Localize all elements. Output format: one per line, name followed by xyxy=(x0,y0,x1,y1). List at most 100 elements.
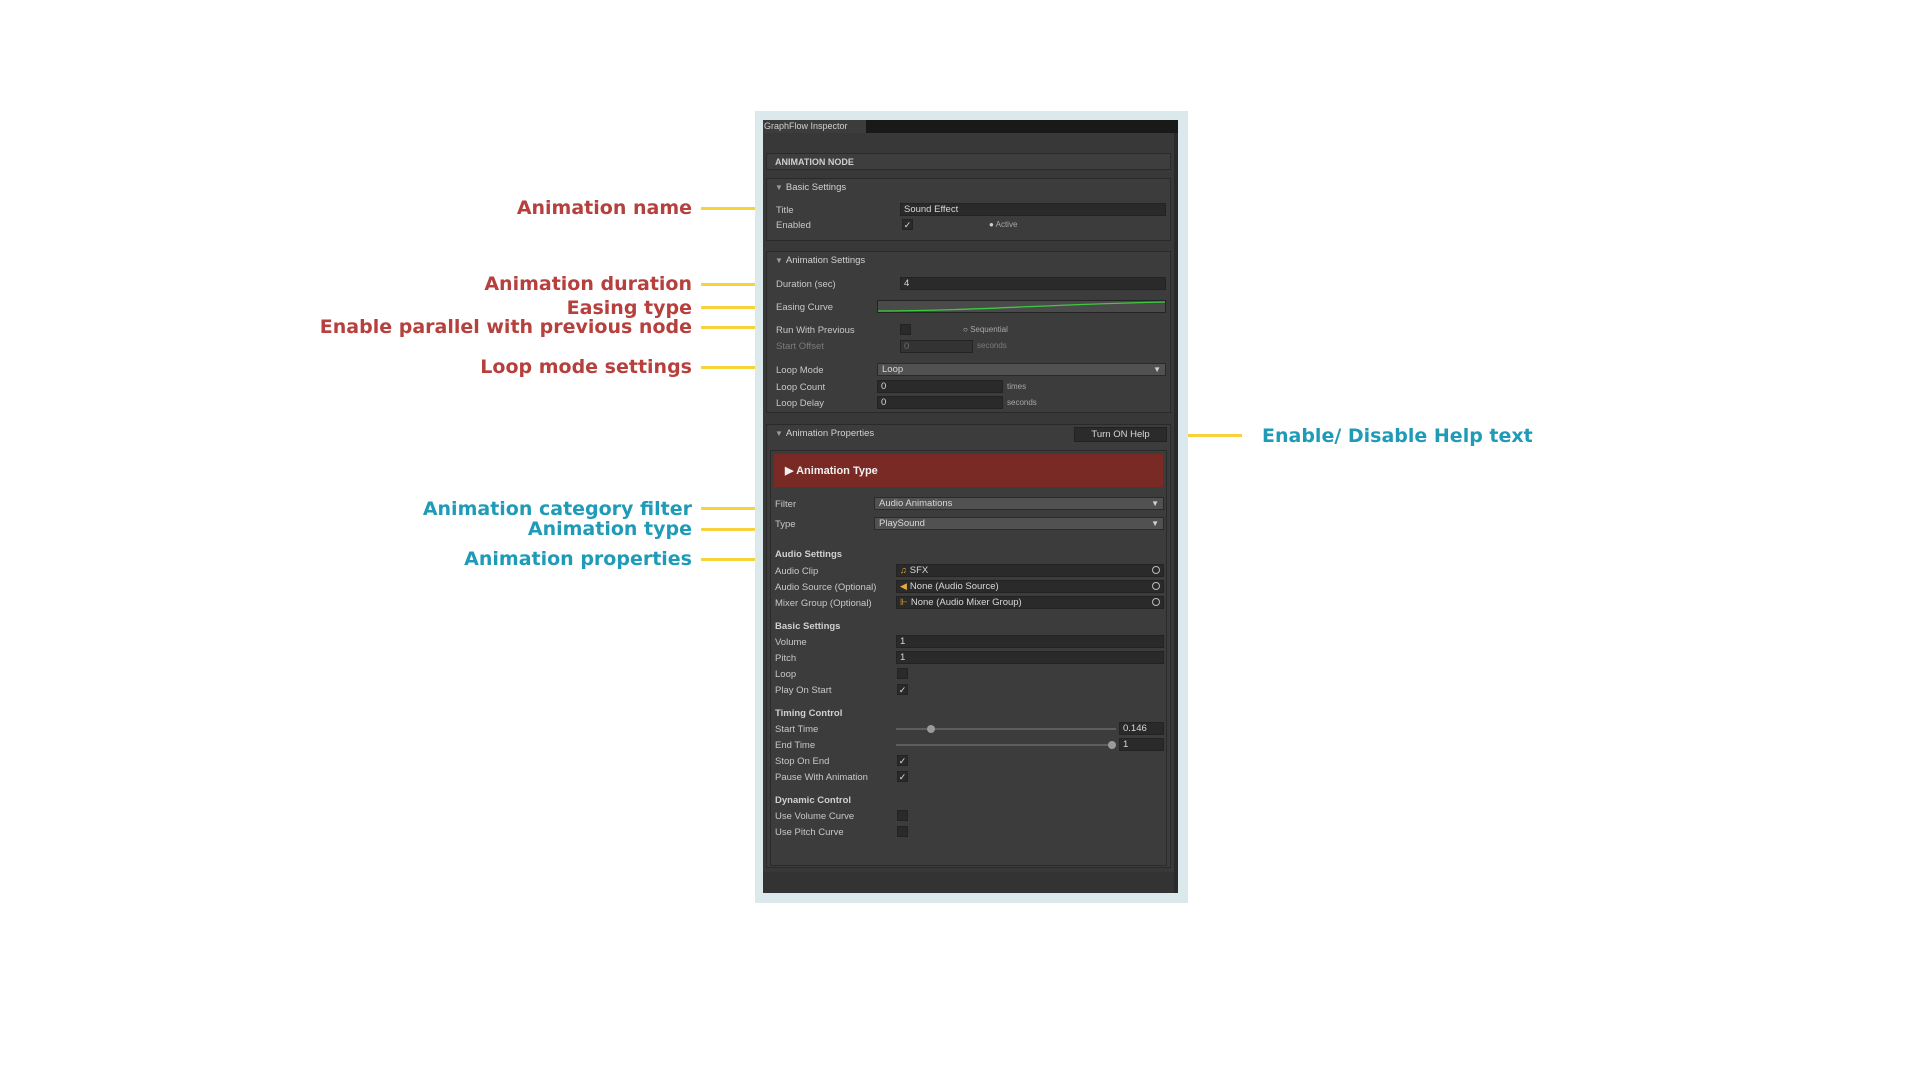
enabled-checkbox[interactable]: ✓ xyxy=(902,219,913,230)
loop-label: Loop xyxy=(775,669,797,680)
animation-properties-section: ▼ Animation Properties Turn ON Help ▶ Ani… xyxy=(766,424,1171,868)
mixer-group-label: Mixer Group (Optional) xyxy=(775,598,872,609)
object-picker-icon[interactable] xyxy=(1152,566,1160,574)
turn-on-help-button[interactable]: Turn ON Help xyxy=(1074,427,1167,442)
inspector-window: GraphFlow Inspector ANIMATION NODE ▼ Basi… xyxy=(763,120,1178,893)
annotation-arrow xyxy=(701,553,772,565)
audio-settings-header: Audio Settings xyxy=(775,549,843,560)
animation-properties-header: Animation Properties xyxy=(785,428,875,439)
foldout-triangle-icon: ▼ xyxy=(775,183,783,192)
end-time-field[interactable]: 1 xyxy=(1119,738,1164,751)
stop-on-end-label: Stop On End xyxy=(775,756,830,767)
loop-count-unit: times xyxy=(1007,382,1027,391)
active-indicator: ● Active xyxy=(989,220,1017,229)
annotation-arrow xyxy=(701,278,772,290)
end-time-label: End Time xyxy=(775,740,816,751)
node-header: ANIMATION NODE xyxy=(775,157,854,167)
sequential-indicator: ○ Sequential xyxy=(963,325,1008,334)
chevron-down-icon: ▼ xyxy=(1151,519,1159,528)
window-titlebar: GraphFlow Inspector xyxy=(763,120,1178,133)
easing-curve-field[interactable] xyxy=(877,300,1166,313)
use-pitch-curve-checkbox[interactable] xyxy=(897,826,908,837)
sequential-label: Sequential xyxy=(970,325,1008,334)
annotation-animation-type: Animation type xyxy=(527,518,692,540)
basic-settings-section: ▼ Basic Settings Title Sound Effect Enabl… xyxy=(766,178,1171,241)
play-on-start-checkbox[interactable]: ✓ xyxy=(897,684,908,695)
start-time-slider-handle[interactable] xyxy=(926,725,935,733)
play-triangle-icon: ▶ xyxy=(785,465,797,477)
loop-mode-value: Loop xyxy=(882,364,904,375)
start-time-field[interactable]: 0.146 xyxy=(1119,722,1164,735)
annotation-arrow xyxy=(701,202,772,214)
start-offset-field: 0 xyxy=(900,340,973,353)
annotation-arrow xyxy=(701,361,772,373)
run-with-previous-label: Run With Previous xyxy=(776,325,855,336)
mixer-icon: ⊩ xyxy=(900,597,908,607)
loop-mode-dropdown[interactable]: Loop ▼ xyxy=(877,363,1166,376)
object-picker-icon[interactable] xyxy=(1152,582,1160,590)
node-header-bar: ANIMATION NODE xyxy=(766,153,1171,170)
audio-clip-value: SFX xyxy=(909,565,929,576)
run-with-previous-checkbox[interactable] xyxy=(900,324,911,335)
type-label: Type xyxy=(775,519,796,530)
mixer-group-value: None (Audio Mixer Group) xyxy=(910,597,1022,608)
loop-count-field[interactable]: 0 xyxy=(877,380,1003,393)
type-dropdown[interactable]: PlaySound ▼ xyxy=(874,517,1164,530)
title-field[interactable]: Sound Effect xyxy=(900,203,1166,216)
pause-with-animation-checkbox[interactable]: ✓ xyxy=(897,771,908,782)
annotation-loop-mode: Loop mode settings xyxy=(480,356,692,378)
easing-curve-label: Easing Curve xyxy=(776,302,834,313)
basic-settings-header: Basic Settings xyxy=(785,182,847,193)
animation-type-banner[interactable]: ▶ Animation Type xyxy=(774,454,1163,487)
sequential-circle-icon: ○ xyxy=(963,325,971,334)
play-on-start-label: Play On Start xyxy=(775,685,832,696)
start-offset-label: Start Offset xyxy=(776,341,824,352)
speaker-icon: ◀ xyxy=(900,581,907,591)
animation-settings-foldout[interactable]: ▼ Animation Settings xyxy=(775,255,865,266)
audio-clip-field[interactable]: ♫ SFX xyxy=(896,564,1164,577)
annotation-arrow xyxy=(701,321,772,333)
annotation-enable-help: Enable/ Disable Help text xyxy=(1262,425,1533,447)
object-picker-icon[interactable] xyxy=(1152,598,1160,606)
chevron-down-icon: ▼ xyxy=(1151,499,1159,508)
end-time-slider-track[interactable] xyxy=(896,741,1116,749)
dynamic-control-header: Dynamic Control xyxy=(775,795,852,806)
filter-value: Audio Animations xyxy=(879,498,953,509)
foldout-triangle-icon: ▼ xyxy=(775,429,783,438)
audio-source-value: None (Audio Source) xyxy=(909,581,999,592)
volume-label: Volume xyxy=(775,637,807,648)
loop-delay-field[interactable]: 0 xyxy=(877,396,1003,409)
basic-settings-foldout[interactable]: ▼ Basic Settings xyxy=(775,182,846,193)
annotation-animation-properties: Animation properties xyxy=(464,548,692,570)
annotation-animation-duration: Animation duration xyxy=(484,273,692,295)
window-tab[interactable]: GraphFlow Inspector xyxy=(763,120,866,133)
end-time-slider-handle[interactable] xyxy=(1108,741,1116,749)
animation-settings-header: Animation Settings xyxy=(785,255,866,266)
loop-checkbox[interactable] xyxy=(897,668,908,679)
chevron-down-icon: ▼ xyxy=(1153,365,1161,374)
filter-label: Filter xyxy=(775,499,797,510)
start-time-slider-track[interactable] xyxy=(896,725,1116,733)
annotation-arrow xyxy=(701,301,772,313)
foldout-triangle-icon: ▼ xyxy=(775,256,783,265)
easing-curve-graph xyxy=(878,301,1165,312)
duration-field[interactable]: 4 xyxy=(900,277,1166,290)
pitch-label: Pitch xyxy=(775,653,797,664)
pause-with-animation-label: Pause With Animation xyxy=(775,772,868,783)
mixer-group-field[interactable]: ⊩ None (Audio Mixer Group) xyxy=(896,596,1164,609)
animation-properties-foldout[interactable]: ▼ Animation Properties xyxy=(775,428,874,439)
annotation-enable-parallel: Enable parallel with previous node xyxy=(319,316,692,338)
scrollbar[interactable] xyxy=(1174,133,1178,893)
active-label: Active xyxy=(995,220,1018,229)
active-dot-icon: ● xyxy=(989,220,996,229)
stop-on-end-checkbox[interactable]: ✓ xyxy=(897,755,908,766)
annotation-arrow xyxy=(701,523,772,535)
use-volume-curve-label: Use Volume Curve xyxy=(775,811,855,822)
audio-source-label: Audio Source (Optional) xyxy=(775,582,877,593)
volume-field[interactable]: 1 xyxy=(896,635,1164,648)
audio-source-field[interactable]: ◀ None (Audio Source) xyxy=(896,580,1164,593)
pitch-field[interactable]: 1 xyxy=(896,651,1164,664)
duration-label: Duration (sec) xyxy=(776,279,836,290)
filter-dropdown[interactable]: Audio Animations ▼ xyxy=(874,497,1164,510)
use-volume-curve-checkbox[interactable] xyxy=(897,810,908,821)
